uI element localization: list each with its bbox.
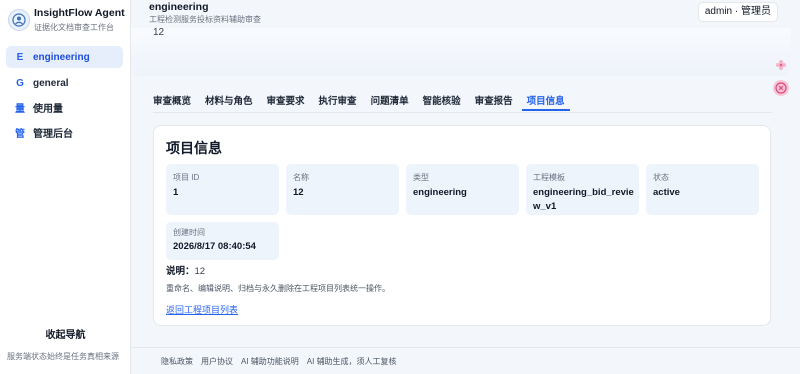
brand-logo-icon bbox=[8, 9, 30, 31]
sidebar-item-label: engineering bbox=[33, 51, 90, 63]
field-label: 工程模板 bbox=[533, 173, 565, 182]
field-name: 名称 12 bbox=[286, 164, 399, 215]
header-band bbox=[131, 28, 791, 76]
sidebar-item-general[interactable]: G general bbox=[6, 72, 123, 94]
sidebar-item-engineering[interactable]: E engineering bbox=[6, 46, 123, 68]
description-label: 说明： bbox=[166, 266, 195, 277]
page-subtitle: 工程检测服务投标资料辅助审查 bbox=[149, 15, 261, 24]
footer-link-terms[interactable]: 用户协议 bbox=[201, 356, 233, 367]
tab-requirements[interactable]: 审查要求 bbox=[267, 93, 305, 113]
sidebar-item-label: 管理后台 bbox=[33, 128, 73, 140]
note-text: 重命名、编辑说明、归档与永久删除在工程项目列表统一操作。 bbox=[166, 284, 390, 293]
field-status: 状态 active bbox=[646, 164, 759, 215]
field-value: active bbox=[653, 187, 680, 198]
tab-materials[interactable]: 材料与角色 bbox=[205, 93, 253, 113]
field-created-at: 创建时间 2026/8/17 08:40:54 bbox=[166, 222, 279, 260]
tab-execute[interactable]: 执行审查 bbox=[319, 93, 357, 113]
description-value: 12 bbox=[194, 266, 206, 277]
page-title: engineering bbox=[149, 1, 209, 13]
description: 说明：12 bbox=[166, 263, 205, 277]
sidebar-item-usage[interactable]: 量 使用量 bbox=[6, 96, 123, 118]
nav-badge: E bbox=[16, 51, 24, 63]
footer-link-privacy[interactable]: 隐私政策 bbox=[161, 356, 193, 367]
tab-verify[interactable]: 智能核验 bbox=[423, 93, 461, 113]
sidebar-item-admin[interactable]: 管 管理后台 bbox=[6, 121, 123, 143]
field-label: 项目 ID bbox=[173, 173, 200, 182]
project-info-card: 项目信息 项目 ID 1 名称 12 类型 engineering 工程模板 e… bbox=[153, 125, 771, 326]
field-label: 状态 bbox=[653, 173, 669, 182]
footer-link-ai-info[interactable]: AI 辅助功能说明 bbox=[241, 356, 299, 367]
brand[interactable]: InsightFlow Agent 证据化文档审查工作台 bbox=[8, 6, 128, 34]
brand-subtitle: 证据化文档审查工作台 bbox=[34, 23, 114, 32]
nav-badge: 量 bbox=[15, 103, 25, 115]
user-menu-button[interactable]: admin · 管理员 bbox=[697, 2, 778, 22]
card-title: 项目信息 bbox=[166, 140, 222, 156]
nav-badge: G bbox=[16, 77, 24, 89]
footer: 隐私政策 用户协议 AI 辅助功能说明 AI 辅助生成，须人工复核 bbox=[161, 356, 405, 367]
field-label: 名称 bbox=[293, 173, 309, 182]
field-value: 12 bbox=[293, 187, 304, 198]
field-value: engineering bbox=[413, 187, 467, 198]
tab-report[interactable]: 审查报告 bbox=[475, 93, 513, 113]
field-value: 2026/8/17 08:40:54 bbox=[173, 241, 256, 252]
tab-overview[interactable]: 审查概览 bbox=[153, 93, 191, 113]
tab-divider bbox=[153, 112, 772, 113]
sakura-badge-icon[interactable] bbox=[773, 80, 789, 96]
topbar: engineering 工程检测服务投标资料辅助审查 admin · 管理员 bbox=[131, 0, 800, 28]
header-value: 12 bbox=[153, 27, 165, 38]
flower-icon[interactable] bbox=[773, 57, 789, 73]
tab-bar: 审查概览 材料与角色 审查要求 执行审查 问题清单 智能核验 审查报告 项目信息 bbox=[153, 93, 579, 113]
nav-badge: 管 bbox=[15, 128, 25, 140]
sidebar: InsightFlow Agent 证据化文档审查工作台 E engineeri… bbox=[0, 0, 131, 374]
field-template: 工程模板 engineering_bid_review_v1 bbox=[526, 164, 639, 215]
brand-title: InsightFlow Agent bbox=[34, 7, 125, 19]
field-value: engineering_bid_review_v1 bbox=[533, 187, 634, 212]
footer-disclaimer: AI 辅助生成，须人工复核 bbox=[306, 357, 397, 366]
footer-divider bbox=[131, 347, 800, 348]
sidebar-item-label: 使用量 bbox=[33, 103, 63, 115]
field-label: 创建时间 bbox=[173, 228, 205, 237]
field-project-id: 项目 ID 1 bbox=[166, 164, 279, 215]
collapse-nav-button[interactable]: 收起导航 bbox=[0, 326, 131, 341]
back-to-list-link[interactable]: 返回工程项目列表 bbox=[166, 303, 238, 316]
field-value: 1 bbox=[173, 187, 179, 198]
tab-issues[interactable]: 问题清单 bbox=[371, 93, 409, 113]
tab-project-info[interactable]: 项目信息 bbox=[521, 93, 570, 113]
field-type: 类型 engineering bbox=[406, 164, 519, 215]
sidebar-footer-text: 服务端状态始终是任务真相来源 bbox=[7, 352, 119, 361]
field-label: 类型 bbox=[413, 173, 429, 182]
sidebar-item-label: general bbox=[33, 77, 69, 89]
